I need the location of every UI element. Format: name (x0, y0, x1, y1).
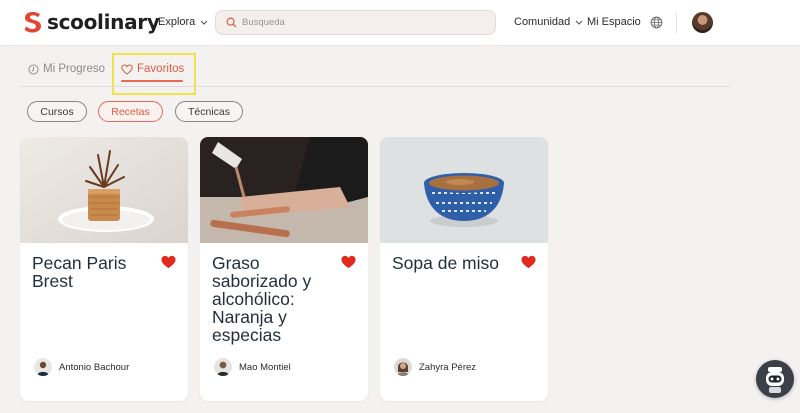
header-divider (676, 13, 677, 33)
clock-icon (28, 63, 39, 75)
search-icon (226, 17, 237, 28)
recipe-card[interactable]: Graso saborizado y alcohólico: Naranja y… (200, 137, 368, 401)
tab-mi-progreso-label: Mi Progreso (43, 63, 105, 75)
author-avatar (394, 358, 412, 376)
nav-explora[interactable]: Explora (158, 16, 208, 28)
author-avatar (214, 358, 232, 376)
heart-icon[interactable] (521, 255, 536, 269)
user-avatar[interactable] (692, 12, 713, 33)
recipe-author[interactable]: Mao Montiel (214, 358, 291, 376)
scoolinary-logo-icon (24, 12, 41, 33)
author-name: Mao Montiel (239, 361, 291, 373)
chevron-down-icon (575, 20, 583, 25)
author-name: Antonio Bachour (59, 361, 130, 373)
recipe-card[interactable]: Pecan Paris Brest Antonio Bachour (20, 137, 188, 401)
filter-cursos[interactable]: Cursos (27, 101, 87, 122)
brand-name: scoolinary (47, 10, 160, 34)
logo[interactable]: scoolinary (24, 9, 160, 35)
nav-explora-label: Explora (158, 16, 196, 28)
chevron-down-icon (200, 20, 208, 25)
tabs-divider (20, 86, 730, 87)
recipe-card[interactable]: Sopa de miso Zahyra Pérez (380, 137, 548, 401)
tab-mi-progreso[interactable]: Mi Progreso (28, 63, 105, 75)
heart-icon[interactable] (161, 255, 176, 269)
filter-tecnicas[interactable]: Técnicas (175, 101, 243, 122)
author-avatar (34, 358, 52, 376)
recipe-author[interactable]: Zahyra Pérez (394, 358, 476, 376)
chatbot-button[interactable] (756, 360, 794, 398)
heart-icon[interactable] (341, 255, 356, 269)
nav-mi-espacio[interactable]: Mi Espacio (587, 16, 641, 28)
recipe-image (20, 137, 188, 243)
recipe-author[interactable]: Antonio Bachour (34, 358, 129, 376)
chatbot-icon (766, 367, 784, 393)
recipe-image (380, 137, 548, 243)
recipe-title[interactable]: Sopa de miso (392, 254, 522, 272)
filter-recetas[interactable]: Recetas (98, 101, 163, 122)
highlight-frame (112, 53, 196, 95)
top-header: scoolinary Explora Comunidad Mi Espacio (0, 0, 800, 46)
author-name: Zahyra Pérez (419, 361, 477, 373)
recipe-title[interactable]: Pecan Paris Brest (32, 254, 162, 290)
recipe-title[interactable]: Graso saborizado y alcohólico: Naranja y… (212, 254, 342, 344)
globe-icon[interactable] (650, 16, 663, 29)
search-input[interactable] (242, 17, 482, 28)
search-bar[interactable] (215, 10, 496, 35)
nav-comunidad-label: Comunidad (514, 16, 571, 28)
nav-comunidad[interactable]: Comunidad (514, 16, 583, 28)
recipe-image (200, 137, 368, 243)
